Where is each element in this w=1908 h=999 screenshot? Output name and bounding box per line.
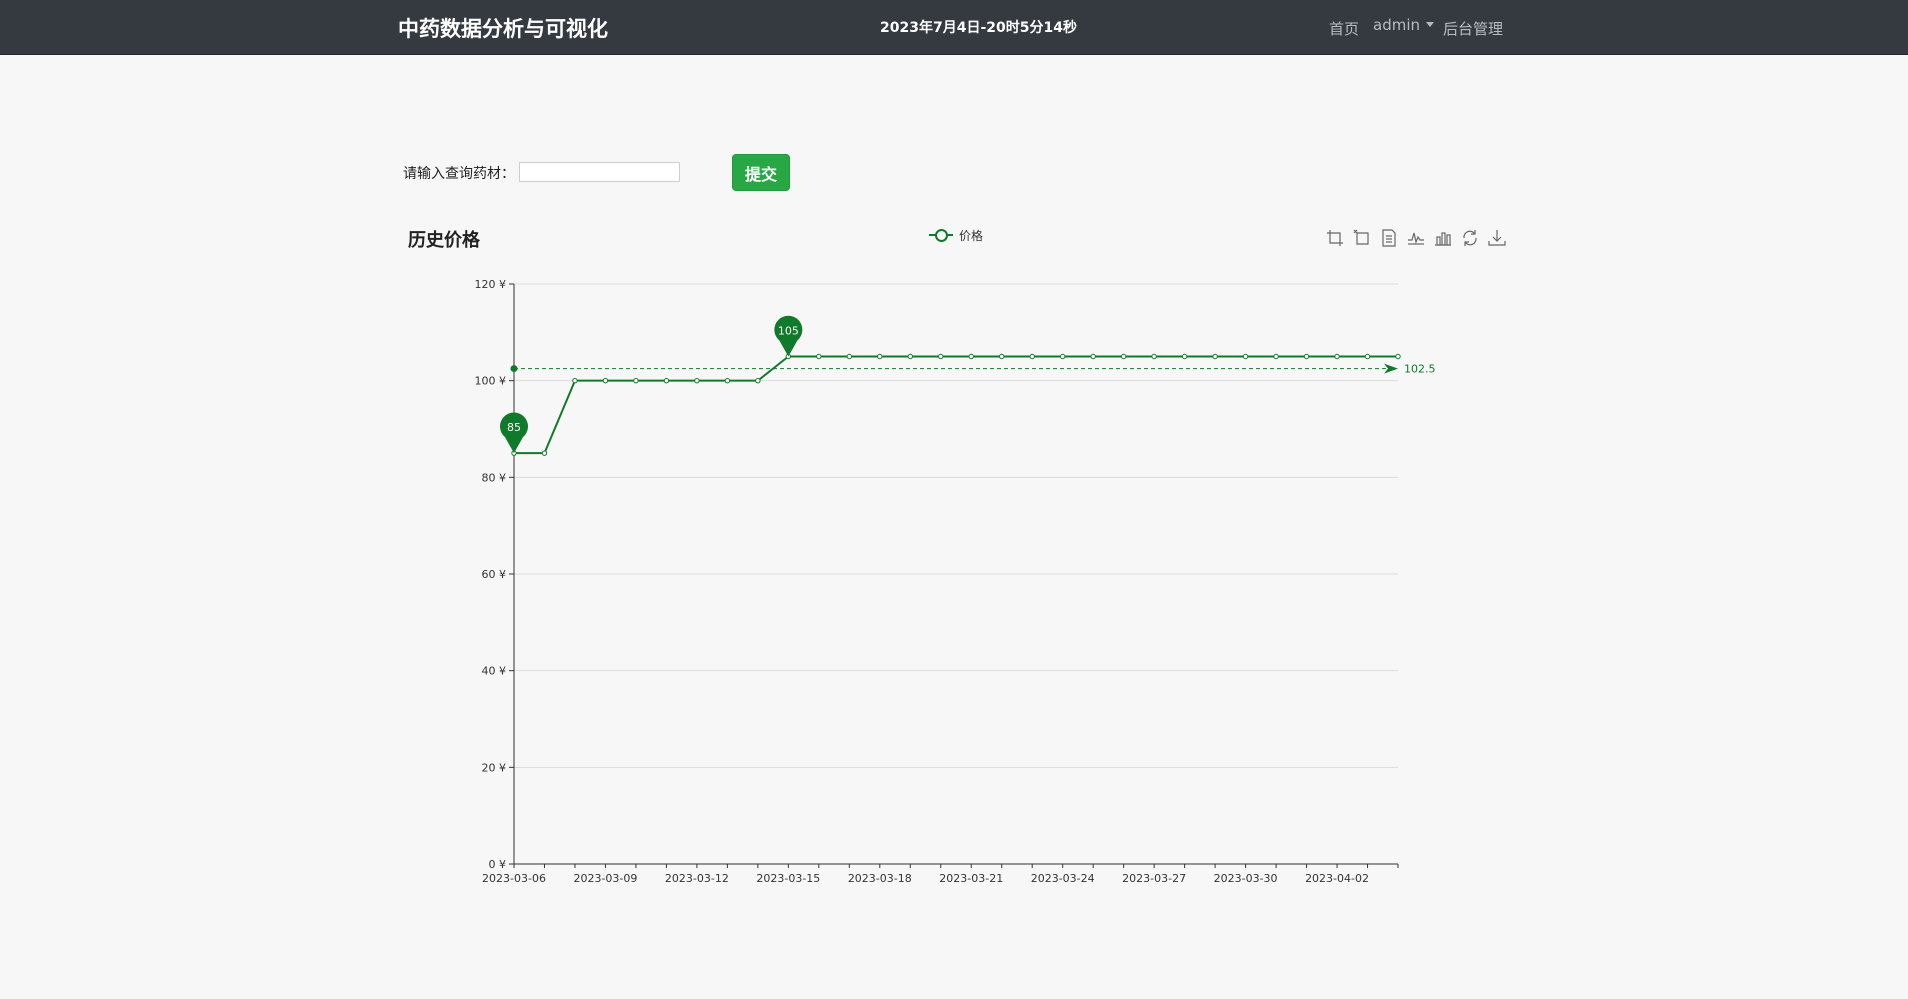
price-data-point: [1273, 353, 1279, 360]
x-tick-label: 2023-03-09: [573, 872, 637, 885]
price-data-point: [1090, 353, 1096, 360]
price-data-point: [724, 377, 731, 384]
x-tick-label: 2023-03-18: [848, 872, 912, 885]
x-tick-label: 2023-03-21: [939, 872, 1003, 885]
mark-point-pin: 105: [774, 315, 803, 357]
mark-point-pin: 85: [500, 412, 528, 454]
price-data-point: [816, 353, 822, 360]
price-data-point: [1212, 353, 1218, 360]
price-data-point: [1303, 353, 1310, 360]
price-data-point: [1364, 353, 1371, 360]
price-data-point: [633, 377, 639, 384]
price-data-point: [1334, 353, 1340, 360]
y-tick-label: 20 ¥: [482, 761, 507, 774]
price-history-chart: 0 ¥ 20 ¥ 40 ¥ 60 ¥ 80 ¥ 100 ¥ 120 ¥ 2023-03-06 2…: [475, 278, 1436, 885]
price-data-point: [846, 353, 853, 360]
price-data-point: [907, 353, 913, 360]
price-data-point: [1242, 353, 1249, 360]
price-data-point: [541, 450, 548, 456]
price-data-point: [1395, 353, 1401, 360]
x-tick-label: 2023-03-06: [482, 872, 546, 885]
price-data-point: [602, 377, 609, 384]
price-data-point: [1059, 353, 1066, 360]
price-data-point: [1029, 353, 1035, 360]
price-data-point: [968, 353, 974, 360]
x-tick-label: 2023-03-12: [665, 872, 729, 885]
y-tick-label: 40 ¥: [482, 665, 507, 678]
price-data-point: [938, 353, 944, 360]
y-tick-label: 80 ¥: [482, 471, 507, 484]
price-data-point: [999, 353, 1005, 360]
y-tick-label: 60 ¥: [482, 568, 507, 581]
price-data-point: [663, 377, 670, 384]
x-tick-label: 2023-03-30: [1214, 872, 1278, 885]
average-line-start-dot: [510, 365, 518, 373]
x-tick-label: 2023-03-24: [1031, 872, 1095, 885]
price-data-point: [1151, 353, 1157, 360]
price-data-point: [877, 353, 883, 360]
y-tick-label: 120 ¥: [475, 278, 507, 291]
price-data-point: [755, 377, 761, 384]
price-data-point: [572, 377, 578, 384]
price-data-point: [1120, 353, 1127, 360]
average-line-arrow: [1384, 363, 1398, 374]
mark-point-label: 105: [778, 325, 799, 338]
price-series-line: [514, 355, 1398, 455]
x-tick-label: 2023-03-15: [756, 872, 820, 885]
price-data-point: [694, 377, 700, 384]
average-line-label: 102.5: [1404, 363, 1436, 376]
price-data-point: [1181, 353, 1188, 360]
x-tick-label: 2023-04-02: [1305, 872, 1369, 885]
y-tick-label: 100 ¥: [475, 375, 507, 388]
mark-point-label: 85: [507, 421, 521, 434]
y-tick-label: 0 ¥: [489, 858, 507, 871]
x-tick-label: 2023-03-27: [1122, 872, 1186, 885]
